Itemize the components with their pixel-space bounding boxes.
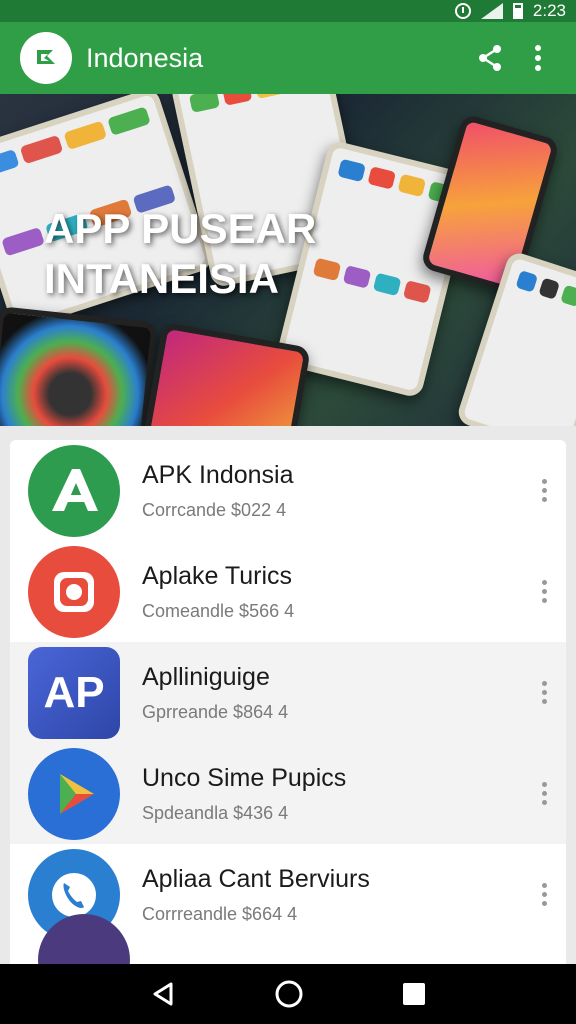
play-logo-icon	[28, 747, 120, 840]
more-vert-icon[interactable]	[526, 681, 562, 704]
phone-image	[0, 306, 158, 426]
alarm-icon	[454, 3, 471, 19]
app-subtitle: Corrreandle $664 4	[142, 903, 298, 924]
recents-icon[interactable]	[401, 981, 427, 1007]
status-bar: 2:23	[0, 0, 576, 22]
more-vert-icon[interactable]	[526, 479, 562, 502]
more-vert-icon[interactable]	[526, 580, 562, 603]
app-title: Aplliniguige	[142, 662, 270, 691]
app-subtitle: Spdeandla $436 4	[142, 802, 289, 823]
list-item[interactable]: Unco Sime Pupics Spdeandla $436 4	[10, 743, 566, 844]
hero-title-line1: APP PUSEAR	[44, 205, 317, 252]
app-subtitle: Gprreande $864 4	[142, 701, 289, 722]
app-logo-icon	[20, 32, 72, 84]
more-vert-icon[interactable]	[526, 782, 562, 805]
app-list: APK Indonsia Corrcande $022 4 Aplake Tur…	[10, 440, 566, 970]
app-subtitle: Comeandle $566 4	[142, 600, 295, 621]
app-title: Unco Sime Pupics	[142, 763, 347, 792]
app-title: Apliaa Cant Berviurs	[142, 864, 370, 893]
signal-icon	[480, 3, 503, 19]
page-title: Indonesia	[86, 42, 204, 73]
app-subtitle: Corrcande $022 4	[142, 499, 287, 520]
home-icon[interactable]	[274, 979, 304, 1009]
more-vert-icon[interactable]	[514, 34, 562, 82]
hero-title: APP PUSEAR INTANEISIA	[44, 204, 316, 305]
back-icon[interactable]	[149, 980, 177, 1008]
app-bar: Indonesia	[0, 22, 576, 94]
status-time: 2:23	[532, 1, 566, 20]
list-item[interactable]: APK Indonsia Corrcande $022 4	[10, 440, 566, 541]
navigation-bar	[0, 964, 576, 1024]
camera-logo-icon	[28, 545, 120, 638]
hero-title-line2: INTANEISIA	[44, 255, 279, 303]
list-item[interactable]: Aplake Turics Comeandle $566 4	[10, 541, 566, 642]
battery-icon	[512, 3, 523, 19]
apk-logo-icon	[28, 444, 120, 537]
ap-logo-icon: AP	[28, 646, 120, 739]
share-icon[interactable]	[466, 34, 514, 82]
app-title: Aplake Turics	[142, 561, 293, 590]
list-item[interactable]: AP Aplliniguige Gprreande $864 4	[10, 642, 566, 743]
app-title: APK Indonsia	[142, 460, 294, 489]
hero-banner: APP PUSEAR INTANEISIA	[0, 94, 576, 426]
more-vert-icon[interactable]	[526, 883, 562, 906]
